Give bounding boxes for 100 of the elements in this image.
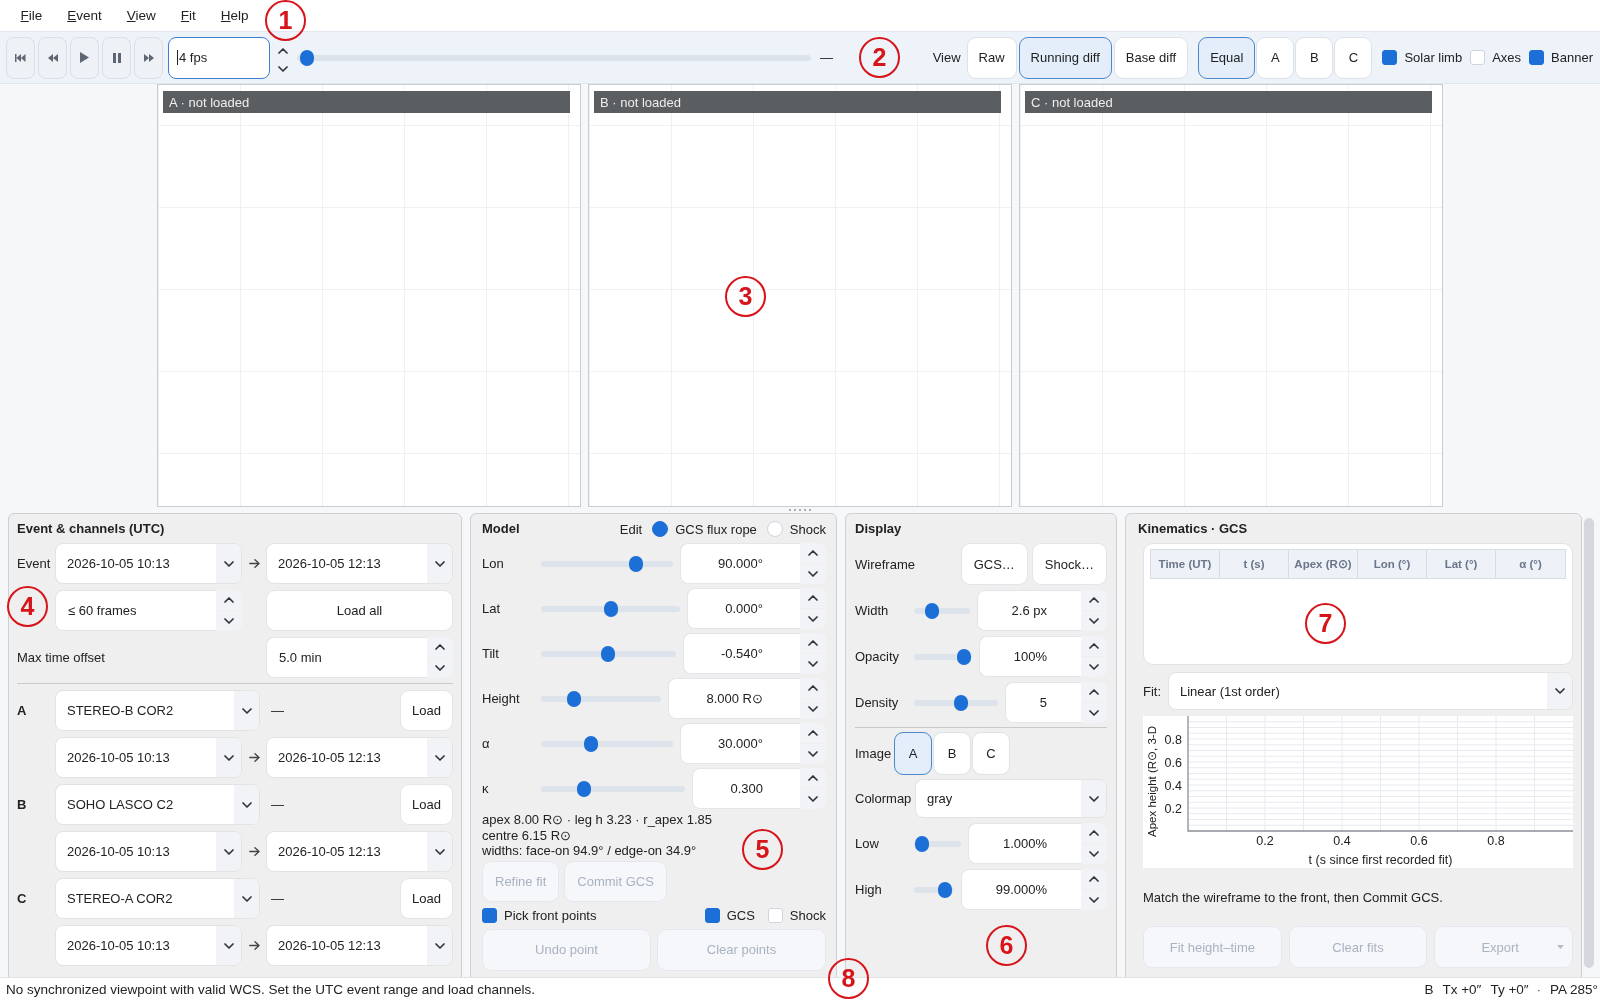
load-button[interactable]: Load — [400, 784, 453, 825]
dropdown[interactable]: SOHO LASCO C2 — [55, 784, 260, 825]
step-up-button[interactable] — [1081, 636, 1107, 656]
image-viewport[interactable]: A · not loaded — [157, 84, 581, 507]
view-mode-button[interactable]: Running diff — [1018, 36, 1112, 79]
slider-thumb[interactable] — [300, 49, 315, 66]
step-down-button[interactable] — [1081, 611, 1107, 631]
step-up-button[interactable] — [1081, 823, 1107, 843]
step-up-button[interactable] — [800, 543, 826, 563]
number-field[interactable]: 100% — [978, 636, 1081, 677]
skip-to-start-button[interactable] — [6, 36, 35, 79]
step-up-button[interactable] — [1081, 682, 1107, 702]
menu-item[interactable]: Event — [54, 5, 115, 26]
number-field[interactable]: 8.000 R⊙ — [668, 678, 800, 719]
dropdown[interactable]: STEREO-A COR2 — [55, 878, 260, 919]
dropdown[interactable]: 2026-10-05 12:13 — [266, 543, 453, 584]
slider-thumb[interactable] — [603, 600, 618, 617]
fast-forward-button[interactable] — [134, 36, 163, 79]
number-field[interactable]: 5 — [1004, 682, 1081, 723]
view-mode-button[interactable]: Raw — [966, 36, 1017, 79]
dropdown[interactable]: 2026-10-05 12:13 — [266, 925, 453, 966]
step-down-button[interactable] — [800, 744, 826, 764]
dropdown[interactable]: 2026-10-05 10:13 — [55, 831, 242, 872]
checkbox[interactable] — [1382, 50, 1398, 65]
slider-thumb[interactable] — [601, 645, 616, 662]
number-field[interactable]: ≤ 60 frames — [55, 590, 216, 631]
layout-button[interactable]: C — [1334, 36, 1373, 79]
step-down-button[interactable] — [1081, 657, 1107, 677]
play-button[interactable] — [70, 36, 99, 79]
step-up-button[interactable] — [216, 590, 242, 610]
image-channel-button[interactable]: C — [972, 732, 1010, 775]
splitter-grip-icon[interactable] — [789, 508, 811, 511]
image-viewport[interactable]: C · not loaded — [1019, 84, 1443, 507]
dropdown[interactable]: 2026-10-05 12:13 — [266, 737, 453, 778]
step-up-button[interactable] — [1081, 869, 1107, 889]
checkbox[interactable] — [704, 908, 720, 923]
step-up-button[interactable] — [800, 588, 826, 608]
number-field[interactable]: 90.000° — [680, 543, 800, 584]
step-down-button[interactable] — [1081, 703, 1107, 723]
step-down-button[interactable] — [800, 654, 826, 674]
number-field[interactable]: 0.300 — [692, 768, 800, 809]
number-field[interactable]: 30.000° — [680, 723, 800, 764]
step-down-button[interactable] — [1081, 890, 1107, 910]
layout-button[interactable]: A — [1256, 36, 1295, 79]
number-field[interactable]: -0.540° — [682, 633, 800, 674]
menu-item[interactable]: File — [8, 5, 55, 26]
dropdown[interactable]: STEREO-B COR2 — [55, 690, 260, 731]
menu-item[interactable]: Fit — [168, 5, 209, 26]
menu-item[interactable]: Help — [208, 5, 262, 26]
step-up-button[interactable] — [1081, 590, 1107, 610]
number-field[interactable]: 4 fps — [168, 36, 270, 79]
step-down-button[interactable] — [1081, 844, 1107, 864]
slider-thumb[interactable] — [956, 648, 971, 665]
slider-thumb[interactable] — [629, 555, 644, 572]
step-down-button[interactable] — [800, 699, 826, 719]
step-up-button[interactable] — [800, 678, 826, 698]
step-down-button[interactable] — [800, 609, 826, 629]
image-channel-button[interactable]: A — [894, 732, 932, 775]
checkbox[interactable] — [482, 908, 497, 923]
dropdown[interactable]: 2026-10-05 10:13 — [55, 925, 242, 966]
menu-item[interactable]: View — [114, 5, 169, 26]
step-down-button[interactable] — [800, 789, 826, 809]
load-all-button[interactable]: Load all — [266, 590, 453, 631]
radio-button[interactable] — [652, 521, 669, 537]
slider-thumb[interactable] — [584, 735, 599, 752]
step-down-button[interactable] — [800, 564, 826, 584]
layout-button[interactable]: Equal — [1198, 36, 1256, 79]
wireframe-style-button[interactable]: GCS… — [960, 543, 1028, 585]
dropdown[interactable]: gray — [915, 779, 1107, 818]
number-field[interactable]: 2.6 px — [976, 590, 1081, 631]
image-channel-button[interactable]: B — [933, 732, 971, 775]
number-field[interactable]: 5.0 min — [266, 637, 427, 678]
slider-thumb[interactable] — [953, 694, 968, 711]
dropdown[interactable]: 2026-10-05 10:13 — [55, 737, 242, 778]
scrollbar-thumb[interactable] — [1584, 518, 1594, 968]
dropdown[interactable]: 2026-10-05 10:13 — [55, 543, 242, 584]
wireframe-style-button[interactable]: Shock… — [1031, 543, 1107, 585]
load-button[interactable]: Load — [400, 878, 453, 919]
slider-thumb[interactable] — [937, 881, 952, 898]
slider-thumb[interactable] — [566, 690, 581, 707]
number-field[interactable]: 0.000° — [687, 588, 800, 629]
step-up-button[interactable] — [800, 633, 826, 653]
dropdown[interactable]: Linear (1st order) — [1168, 672, 1573, 710]
number-field[interactable]: 1.000% — [967, 823, 1081, 864]
step-down-button[interactable] — [427, 658, 453, 678]
load-button[interactable]: Load — [400, 690, 453, 731]
slider-thumb[interactable] — [577, 780, 592, 797]
step-up-button[interactable] — [800, 723, 826, 743]
pause-button[interactable] — [102, 36, 131, 79]
step-up-button[interactable] — [800, 768, 826, 788]
step-down-button[interactable] — [216, 611, 242, 631]
slider-thumb[interactable] — [915, 835, 930, 852]
dropdown[interactable]: 2026-10-05 12:13 — [266, 831, 453, 872]
slider-thumb[interactable] — [924, 602, 939, 619]
number-field[interactable]: 99.000% — [960, 869, 1081, 910]
rewind-button[interactable] — [38, 36, 67, 79]
view-mode-button[interactable]: Base diff — [1113, 36, 1189, 79]
layout-button[interactable]: B — [1295, 36, 1334, 79]
step-up-button[interactable] — [427, 637, 453, 657]
checkbox[interactable] — [1529, 50, 1545, 65]
